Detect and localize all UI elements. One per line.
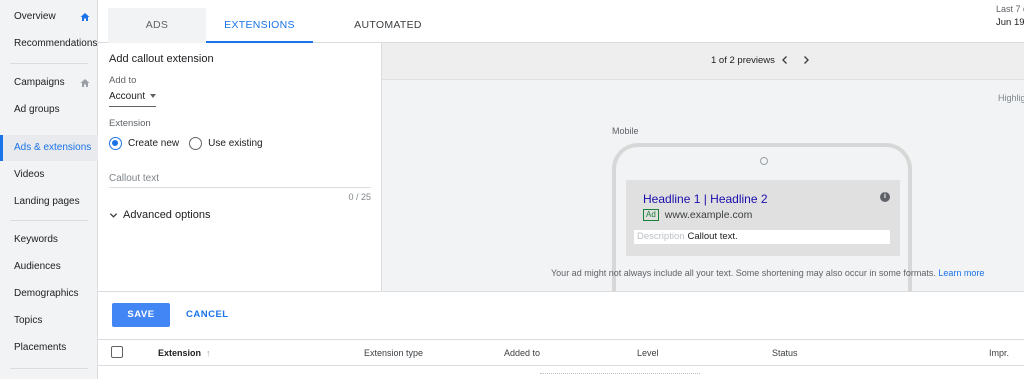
sidebar-item-label: Landing pages	[14, 196, 80, 207]
caret-down-icon	[150, 94, 157, 99]
chevron-down-icon	[109, 212, 118, 218]
highlight-toggle-label[interactable]: Highlig	[998, 93, 1024, 103]
sidebar-divider	[10, 63, 88, 64]
device-label: Mobile	[612, 126, 639, 136]
sidebar-nav: Overview Recommendations Campaigns Ad gr…	[0, 0, 98, 379]
preview-count: 1 of 2 previews	[711, 55, 775, 66]
extensions-table-header: Extension ↑ Extension type Added to Level…	[98, 339, 1024, 366]
add-to-label: Add to	[109, 75, 137, 86]
form-actions: SAVE CANCEL	[98, 291, 1024, 339]
date-range-value: Jun 19	[996, 17, 1024, 28]
disclaimer-text: Your ad might not always include all you…	[551, 268, 936, 278]
sidebar-item-label: Ad groups	[14, 104, 60, 115]
char-counter: 0 / 25	[348, 192, 371, 202]
sidebar-item-label: Placements	[14, 342, 67, 353]
sidebar-item-placements[interactable]: Placements	[0, 335, 98, 361]
mobile-phone-frame: Headline 1 | Headline 2 i Ad www.example…	[612, 143, 912, 303]
ad-preview-card: Headline 1 | Headline 2 i Ad www.example…	[626, 180, 900, 256]
column-label: Extension	[158, 348, 202, 358]
sidebar-item-ads-extensions[interactable]: Ads & extensions	[0, 135, 98, 161]
learn-more-link[interactable]: Learn more	[938, 268, 984, 278]
chevron-left-icon[interactable]	[778, 53, 792, 67]
home-icon	[80, 79, 90, 87]
sidebar-item-label: Demographics	[14, 288, 79, 299]
use-existing-label[interactable]: Use existing	[208, 138, 262, 149]
ad-description: Description Callout text.	[634, 230, 890, 244]
tab-automated-extensions[interactable]: AUTOMATED EXTENSIONS	[323, 8, 453, 66]
advanced-options-label: Advanced options	[123, 209, 211, 221]
ad-url-row: Ad www.example.com	[643, 209, 752, 221]
ad-headline: Headline 1 | Headline 2	[643, 192, 768, 206]
sidebar-item-label: Audiences	[14, 261, 61, 272]
sidebar-item-overview[interactable]: Overview	[0, 4, 98, 30]
sidebar-item-label: Recommendations	[14, 38, 98, 49]
sidebar-item-ad-groups[interactable]: Ad groups	[0, 97, 98, 123]
column-header-extension-type[interactable]: Extension type	[364, 348, 423, 358]
sidebar-divider	[10, 368, 88, 369]
preview-header: 1 of 2 previews	[382, 43, 1024, 80]
sidebar-item-label: Overview	[14, 11, 56, 22]
sort-ascending-icon: ↑	[206, 348, 211, 358]
column-header-extension[interactable]: Extension ↑	[158, 348, 211, 358]
sidebar-item-label: Keywords	[14, 234, 58, 245]
callout-preview-text: Callout text.	[687, 231, 738, 242]
table-body-cutoff	[540, 373, 700, 379]
sidebar-item-campaigns[interactable]: Campaigns	[0, 70, 98, 96]
home-icon	[80, 13, 90, 21]
tab-extensions[interactable]: EXTENSIONS	[206, 8, 313, 43]
add-to-value: Account	[109, 91, 146, 102]
save-button[interactable]: SAVE	[112, 303, 170, 327]
sidebar-item-label: Topics	[14, 315, 43, 326]
advanced-options-toggle[interactable]: Advanced options	[109, 209, 210, 221]
column-header-impr[interactable]: Impr.	[989, 348, 1009, 358]
select-all-checkbox[interactable]	[111, 346, 123, 358]
chevron-right-icon[interactable]	[799, 53, 813, 67]
extension-label: Extension	[109, 118, 151, 129]
column-header-status[interactable]: Status	[772, 348, 798, 358]
callout-form-panel: Add callout extension Add to Account Ext…	[98, 43, 382, 291]
create-new-radio[interactable]	[109, 136, 122, 150]
date-range-label: Last 7 d	[996, 4, 1024, 14]
ad-badge: Ad	[643, 209, 659, 221]
form-title: Add callout extension	[109, 53, 214, 65]
sidebar-item-demographics[interactable]: Demographics	[0, 281, 98, 307]
sidebar-item-landing-pages[interactable]: Landing pages	[0, 189, 98, 215]
preview-disclaimer: Your ad might not always include all you…	[551, 268, 984, 278]
date-range-picker[interactable]: Last 7 d Jun 19	[996, 4, 1024, 28]
tab-ads[interactable]: ADS	[108, 8, 206, 43]
sidebar-item-audiences[interactable]: Audiences	[0, 254, 98, 280]
use-existing-radio[interactable]	[189, 136, 203, 150]
extension-radio-group: Create new Use existing	[109, 135, 273, 151]
add-to-dropdown[interactable]: Account	[109, 91, 157, 107]
cancel-button[interactable]: CANCEL	[186, 303, 229, 327]
sidebar-item-keywords[interactable]: Keywords	[0, 227, 98, 253]
column-header-added-to[interactable]: Added to	[504, 348, 540, 358]
tab-bar: ADS EXTENSIONS AUTOMATED EXTENSIONS Last…	[98, 0, 1024, 66]
sidebar-item-topics[interactable]: Topics	[0, 308, 98, 334]
ad-display-url: www.example.com	[664, 209, 753, 221]
column-header-level[interactable]: Level	[637, 348, 659, 358]
callout-text-input[interactable]	[109, 170, 371, 188]
sidebar-item-label: Videos	[14, 169, 45, 180]
phone-camera-icon	[760, 157, 768, 165]
sidebar-item-label: Ads & extensions	[14, 142, 92, 153]
info-icon[interactable]: i	[880, 192, 890, 202]
sidebar-divider	[10, 220, 88, 221]
sidebar-item-label: Campaigns	[14, 77, 65, 88]
sidebar-item-videos[interactable]: Videos	[0, 162, 98, 188]
description-placeholder: Description	[637, 231, 685, 242]
create-new-label[interactable]: Create new	[128, 138, 179, 149]
ad-preview-panel: 1 of 2 previews Highlig Mobile Headline …	[382, 43, 1024, 303]
sidebar-item-recommendations[interactable]: Recommendations	[0, 31, 98, 57]
